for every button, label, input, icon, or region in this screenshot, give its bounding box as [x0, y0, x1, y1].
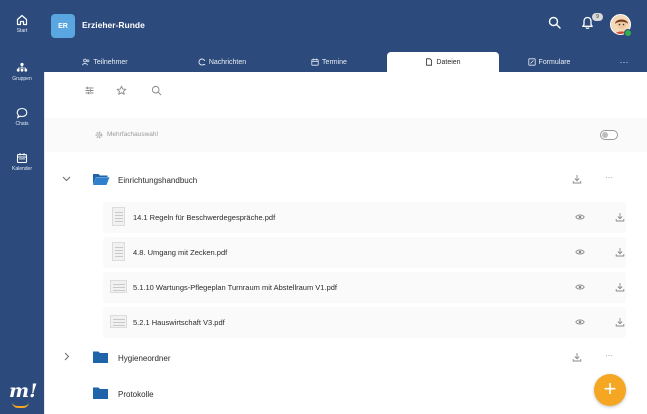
notification-badge: 9: [592, 13, 603, 21]
logo-smile: [12, 402, 29, 408]
folder-name: Einrichtungshandbuch: [118, 176, 198, 185]
download-icon[interactable]: [615, 317, 625, 327]
eye-icon[interactable]: [575, 248, 585, 256]
multi-select-label: Mehrfachauswahl: [107, 131, 158, 138]
tab-bar: Teilnehmer Nachrichten Termine Dateien F…: [44, 52, 647, 72]
sidebar-item-label: Chats: [15, 121, 29, 127]
folder-row-hygieneordner[interactable]: Hygieneordner ···: [45, 346, 647, 370]
file-thumbnail: [110, 280, 127, 293]
tab-termine[interactable]: Termine: [299, 52, 359, 72]
chevron-right-icon[interactable]: [64, 352, 70, 361]
chevron-down-icon[interactable]: [62, 176, 71, 182]
sidebar-item-chats[interactable]: Chats: [0, 107, 44, 127]
file-name: 14.1 Regeln für Beschwerdegespräche.pdf: [133, 213, 276, 222]
header: ER Erzieher-Runde 9: [44, 0, 647, 52]
group-title: Erzieher-Runde: [82, 20, 145, 30]
files-panel: Mehrfachauswahl Einrichtungshandbuch ···…: [44, 72, 647, 414]
star-icon[interactable]: [116, 85, 127, 96]
download-icon[interactable]: [615, 247, 625, 257]
file-row[interactable]: 4.8. Umgang mit Zecken.pdf ···: [103, 237, 626, 268]
file-row[interactable]: 5.2.1 Hauswirtschaft V3.pdf ···: [103, 307, 626, 338]
download-icon[interactable]: [572, 174, 582, 184]
eye-icon[interactable]: [575, 213, 585, 221]
sidebar-item-start[interactable]: Start: [0, 14, 44, 34]
tab-label: Dateien: [436, 58, 461, 66]
folder-open-icon: [93, 174, 110, 185]
file-name: 5.2.1 Hauswirtschaft V3.pdf: [133, 318, 225, 327]
app-logo: m!: [9, 380, 38, 402]
sidebar: Start Gruppen Chats Kalender m!: [0, 0, 44, 414]
multi-select-row: Mehrfachauswahl: [45, 118, 647, 152]
folder-row-einrichtungshandbuch[interactable]: Einrichtungshandbuch ···: [45, 168, 647, 192]
folder-icon: [93, 351, 108, 363]
toggle-knob: [602, 132, 608, 138]
add-file-button[interactable]: +: [594, 374, 626, 406]
online-status-dot: [624, 29, 632, 37]
multi-select-toggle[interactable]: [600, 130, 618, 140]
home-icon: [16, 14, 28, 26]
file-icon: [426, 58, 433, 66]
form-icon: [527, 58, 536, 66]
groups-icon: [16, 62, 28, 72]
file-thumbnail: [112, 207, 125, 226]
download-icon[interactable]: [615, 212, 625, 222]
download-icon[interactable]: [572, 352, 582, 362]
file-name: 5.1.10 Wartungs-Pflegeplan Turnraum mit …: [133, 283, 337, 292]
calendar-icon: [16, 153, 28, 164]
search-icon[interactable]: [151, 85, 162, 96]
sidebar-item-kalender[interactable]: Kalender: [0, 152, 44, 172]
more-icon: ···: [619, 57, 629, 67]
eye-icon[interactable]: [575, 283, 585, 291]
folder-name: Protokolle: [118, 390, 154, 399]
chat-icon: [16, 107, 28, 119]
more-options-icon[interactable]: ···: [605, 173, 613, 182]
tab-nachrichten[interactable]: Nachrichten: [182, 52, 262, 72]
more-options-icon[interactable]: ···: [605, 351, 613, 360]
file-thumbnail: [112, 242, 125, 261]
tab-label: Teilnehmer: [93, 58, 128, 66]
tab-label: Nachrichten: [208, 58, 247, 66]
group-avatar: ER: [51, 14, 75, 38]
folder-icon: [93, 387, 108, 399]
calendar-icon: [311, 58, 319, 66]
folder-row-protokolle[interactable]: Protokolle: [45, 382, 647, 406]
messages-icon: [198, 58, 206, 66]
sidebar-item-label: Gruppen: [12, 76, 32, 82]
search-icon[interactable]: [548, 16, 561, 29]
tab-formulare[interactable]: Formulare: [514, 52, 584, 72]
tab-more[interactable]: ···: [610, 52, 638, 72]
file-row[interactable]: 5.1.10 Wartungs-Pflegeplan Turnraum mit …: [103, 272, 626, 303]
sidebar-item-gruppen[interactable]: Gruppen: [0, 62, 44, 82]
folder-name: Hygieneordner: [118, 354, 171, 363]
sort-icon[interactable]: [84, 85, 95, 96]
sidebar-item-label: Start: [16, 28, 28, 34]
download-icon[interactable]: [615, 282, 625, 292]
file-name: 4.8. Umgang mit Zecken.pdf: [133, 248, 228, 257]
gear-icon: [95, 131, 103, 139]
file-row[interactable]: 14.1 Regeln für Beschwerdegespräche.pdf …: [103, 202, 626, 233]
tab-dateien[interactable]: Dateien: [387, 52, 499, 72]
tab-label: Formulare: [538, 58, 571, 66]
people-icon: [82, 58, 90, 66]
tab-label: Termine: [322, 58, 347, 66]
tab-teilnehmer[interactable]: Teilnehmer: [69, 52, 141, 72]
sidebar-item-label: Kalender: [11, 166, 32, 172]
file-thumbnail: [110, 315, 127, 328]
eye-icon[interactable]: [575, 318, 585, 326]
